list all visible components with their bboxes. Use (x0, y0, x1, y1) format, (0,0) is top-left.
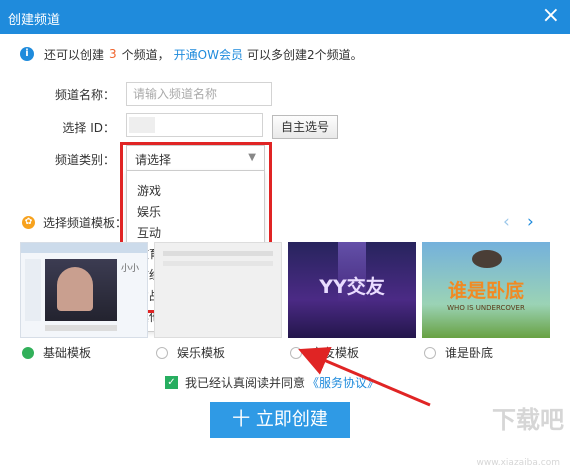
agreement: ✓ 我已经认真阅读并同意 《服务协议》 (165, 374, 379, 391)
template-art-undercover-sub: WHO IS UNDERCOVER (447, 304, 525, 312)
template-label: 交友模板 (311, 346, 360, 360)
radio-icon[interactable] (290, 346, 302, 359)
chevron-right-icon[interactable]: › (527, 212, 534, 232)
notice-count: 3 (109, 47, 117, 61)
template-label: 基础模板 (43, 346, 92, 360)
self-select-button[interactable]: 自主选号 (272, 115, 338, 139)
template-title-label: 选择频道模板： (43, 216, 128, 230)
channel-name-input[interactable] (126, 82, 272, 106)
template-radio-undercover[interactable]: 谁是卧底 (424, 344, 493, 361)
notice: i 还可以创建 3 个频道， 开通OW会员 可以多创建2个频道。 (20, 46, 363, 62)
create-button[interactable]: 十 立即创建 (210, 402, 350, 438)
chevron-left-icon[interactable]: ‹ (503, 212, 510, 232)
radio-icon[interactable] (424, 346, 436, 359)
window-title: 创建频道 (8, 13, 61, 28)
service-agreement-link[interactable]: 《服务协议》 (307, 374, 379, 391)
template-radio-basic[interactable]: 基础模板 (22, 344, 91, 361)
radio-selected-icon[interactable] (22, 346, 34, 359)
template-label: 谁是卧底 (445, 346, 494, 360)
watermark: 下载吧 (469, 406, 564, 466)
watermark-url: www.xiazaiba.com (476, 458, 560, 468)
template-label: 娱乐模板 (177, 346, 226, 360)
title-bar[interactable]: 创建频道 × (0, 0, 570, 34)
thumb-caption: 小小 (121, 264, 140, 274)
template-thumb-entertainment[interactable] (154, 242, 282, 338)
agreement-text: 我已经认真阅读并同意 (185, 376, 306, 390)
channel-name-label: 频道名称： (54, 88, 115, 102)
channel-id-field[interactable] (126, 113, 263, 137)
watermark-text: 下载吧 (492, 406, 564, 434)
info-icon: i (20, 47, 34, 61)
template-radio-dating[interactable]: 交友模板 (290, 344, 359, 361)
close-icon[interactable]: × (542, 4, 560, 28)
category-label: 频道类别： (54, 153, 115, 167)
template-thumb-dating[interactable]: YY交友 (288, 242, 416, 338)
radio-icon[interactable] (156, 346, 168, 359)
template-art-undercover: 谁是卧底 (447, 280, 524, 302)
red-arrow-annotation (298, 347, 431, 407)
checkbox-checked-icon[interactable]: ✓ (165, 376, 178, 389)
template-thumb-basic[interactable]: 小小 (20, 242, 148, 338)
notice-prefix: 还可以创建 (44, 47, 105, 62)
vip-link[interactable]: 开通OW会员 (174, 46, 243, 63)
notice-middle: 个频道， (121, 47, 170, 62)
template-icon: ✿ (22, 216, 35, 229)
template-title: ✿ 选择频道模板： (22, 214, 127, 231)
notice-suffix: 可以多创建2个频道。 (246, 47, 363, 62)
select-id-label: 选择 ID： (62, 121, 115, 135)
template-radio-entertainment[interactable]: 娱乐模板 (156, 344, 225, 361)
template-art-dating: YY交友 (319, 276, 385, 298)
template-thumb-undercover[interactable]: 谁是卧底 WHO IS UNDERCOVER (422, 242, 550, 338)
